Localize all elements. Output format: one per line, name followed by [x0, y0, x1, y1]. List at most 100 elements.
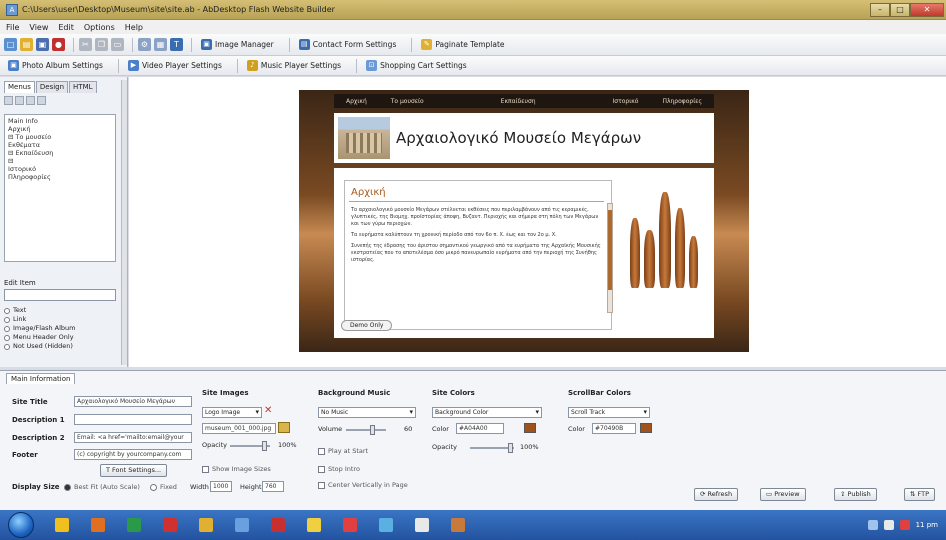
ftp-button[interactable]: ⇅ FTP [904, 488, 936, 501]
tree-item[interactable]: Ιστορικό [8, 165, 112, 173]
opacity-slider[interactable] [230, 441, 270, 451]
menu-view[interactable]: View [29, 23, 48, 32]
paginate-template-button[interactable]: ✎ Paginate Template [417, 37, 508, 52]
edit-item-input[interactable] [4, 289, 116, 301]
content-scrollbar[interactable] [607, 203, 613, 313]
color-swatch[interactable] [524, 423, 536, 433]
radio-image-album[interactable]: Image/Flash Album [4, 324, 116, 333]
tree-item[interactable]: Εκθέματα [8, 141, 112, 149]
maximize-button[interactable]: □ [890, 2, 910, 17]
text-icon[interactable]: T [170, 38, 183, 51]
notification-icon[interactable] [899, 520, 910, 530]
music-player-button[interactable]: ♪ Music Player Settings [243, 58, 345, 73]
demo-only-button[interactable]: Demo Only [341, 320, 393, 331]
preview-button[interactable]: ▭ Preview [760, 488, 806, 501]
radio-hidden[interactable]: Not Used (Hidden) [4, 342, 116, 351]
show-image-sizes-checkbox[interactable]: Show Image Sizes [202, 465, 271, 473]
scroll-part-select[interactable]: Scroll Track [568, 407, 650, 418]
radio-text[interactable]: Text [4, 306, 116, 315]
scroll-color-input[interactable]: #70490B [592, 423, 636, 434]
taskbar-app-icon[interactable] [199, 518, 213, 532]
stop-icon[interactable]: ● [52, 38, 65, 51]
slider-thumb[interactable] [262, 441, 267, 451]
taskbar-app-icon[interactable] [91, 518, 105, 532]
footer-input[interactable]: (c) copyright by yourcompany.com [74, 449, 192, 460]
new-file-icon[interactable]: □ [4, 38, 17, 51]
shopping-cart-button[interactable]: ⊡ Shopping Cart Settings [362, 58, 471, 73]
taskbar-app-icon[interactable] [127, 518, 141, 532]
tab-html[interactable]: HTML [69, 81, 97, 93]
taskbar-app-icon[interactable] [415, 518, 429, 532]
refresh-button[interactable]: ⟳ Refresh [694, 488, 739, 501]
font-settings-button[interactable]: T Font Settings... [100, 464, 168, 477]
panel-scrollbar[interactable] [121, 80, 127, 365]
open-folder-icon[interactable]: ▤ [20, 38, 33, 51]
taskbar-app-icon[interactable] [271, 518, 285, 532]
menu-edit[interactable]: Edit [58, 23, 74, 32]
description2-input[interactable]: Email: <a href='mailto:email@your [74, 432, 192, 443]
taskbar-app-icon[interactable] [343, 518, 357, 532]
save-icon[interactable]: ▣ [36, 38, 49, 51]
taskbar-app-icon[interactable] [55, 518, 69, 532]
menu-file[interactable]: File [6, 23, 19, 32]
move-up-icon[interactable] [26, 96, 35, 105]
color-opacity-slider[interactable] [470, 443, 514, 453]
taskbar-app-icon[interactable] [163, 518, 177, 532]
tree-item[interactable]: Πληροφορίες [8, 173, 112, 181]
taskbar-app-icon[interactable] [379, 518, 393, 532]
site-nav-education[interactable]: Εκπαίδευση [489, 98, 548, 105]
menu-options[interactable]: Options [84, 23, 115, 32]
music-select[interactable]: No Music [318, 407, 416, 418]
slider-thumb[interactable] [370, 425, 375, 435]
tab-design[interactable]: Design [35, 81, 69, 93]
site-nav-museum[interactable]: Το μουσείο [379, 98, 436, 105]
settings-icon[interactable]: ⚙ [138, 38, 151, 51]
radio-link[interactable]: Link [4, 315, 116, 324]
taskbar-app-icon[interactable] [235, 518, 249, 532]
logo-image-select[interactable]: Logo Image [202, 407, 262, 418]
stop-intro-checkbox[interactable]: Stop Intro [318, 465, 360, 473]
contact-form-button[interactable]: ▤ Contact Form Settings [295, 37, 401, 52]
center-vertically-checkbox[interactable]: Center Vertically in Page [318, 481, 408, 489]
description1-input[interactable] [74, 414, 192, 425]
tree-item[interactable]: ⊟ [8, 157, 112, 165]
tree-item[interactable]: ⊟ Εκπαίδευση [8, 149, 112, 157]
image-manager-button[interactable]: ▣ Image Manager [197, 37, 278, 52]
remove-item-icon[interactable] [15, 96, 24, 105]
paste-icon[interactable]: ▭ [111, 38, 124, 51]
taskbar-app-icon[interactable] [451, 518, 465, 532]
menu-help[interactable]: Help [125, 23, 143, 32]
copy-icon[interactable]: ❐ [95, 38, 108, 51]
site-title-input[interactable]: Αρχαιολογικό Μουσείο Μεγάρων [74, 396, 192, 407]
radio-best-fit[interactable]: Best Fit (Auto Scale) [64, 483, 140, 491]
cut-icon[interactable]: ✂ [79, 38, 92, 51]
volume-slider[interactable] [346, 425, 386, 435]
layout-icon[interactable]: ▦ [154, 38, 167, 51]
move-down-icon[interactable] [37, 96, 46, 105]
height-input[interactable]: 760 [262, 481, 284, 492]
network-icon[interactable] [867, 520, 878, 530]
add-item-icon[interactable] [4, 96, 13, 105]
close-button[interactable]: ✕ [910, 2, 944, 17]
radio-menu-header[interactable]: Menu Header Only [4, 333, 116, 342]
scroll-color-swatch[interactable] [640, 423, 652, 433]
browse-image-icon[interactable] [278, 422, 290, 433]
site-nav-history[interactable]: Ιστορικό [601, 98, 651, 105]
tab-main-information[interactable]: Main Information [6, 373, 76, 384]
width-input[interactable]: 1000 [210, 481, 232, 492]
taskbar-app-icon[interactable] [307, 518, 321, 532]
start-button-icon[interactable] [8, 512, 34, 538]
scroll-thumb[interactable] [608, 210, 612, 290]
minimize-button[interactable]: – [870, 2, 890, 17]
site-color-select[interactable]: Background Color [432, 407, 542, 418]
publish-button[interactable]: ⇪ Publish [834, 488, 877, 501]
play-at-start-checkbox[interactable]: Play at Start [318, 447, 368, 455]
delete-image-icon[interactable]: ✕ [264, 405, 272, 416]
color-input[interactable]: #A04A00 [456, 423, 504, 434]
logo-file-input[interactable]: museum_001_000.jpg [202, 423, 276, 434]
video-player-button[interactable]: ▶ Video Player Settings [124, 58, 226, 73]
volume-icon[interactable] [883, 520, 894, 530]
tree-item[interactable]: Αρχική [8, 125, 112, 133]
photo-album-button[interactable]: ▣ Photo Album Settings [4, 58, 107, 73]
site-nav-home[interactable]: Αρχική [334, 98, 379, 105]
